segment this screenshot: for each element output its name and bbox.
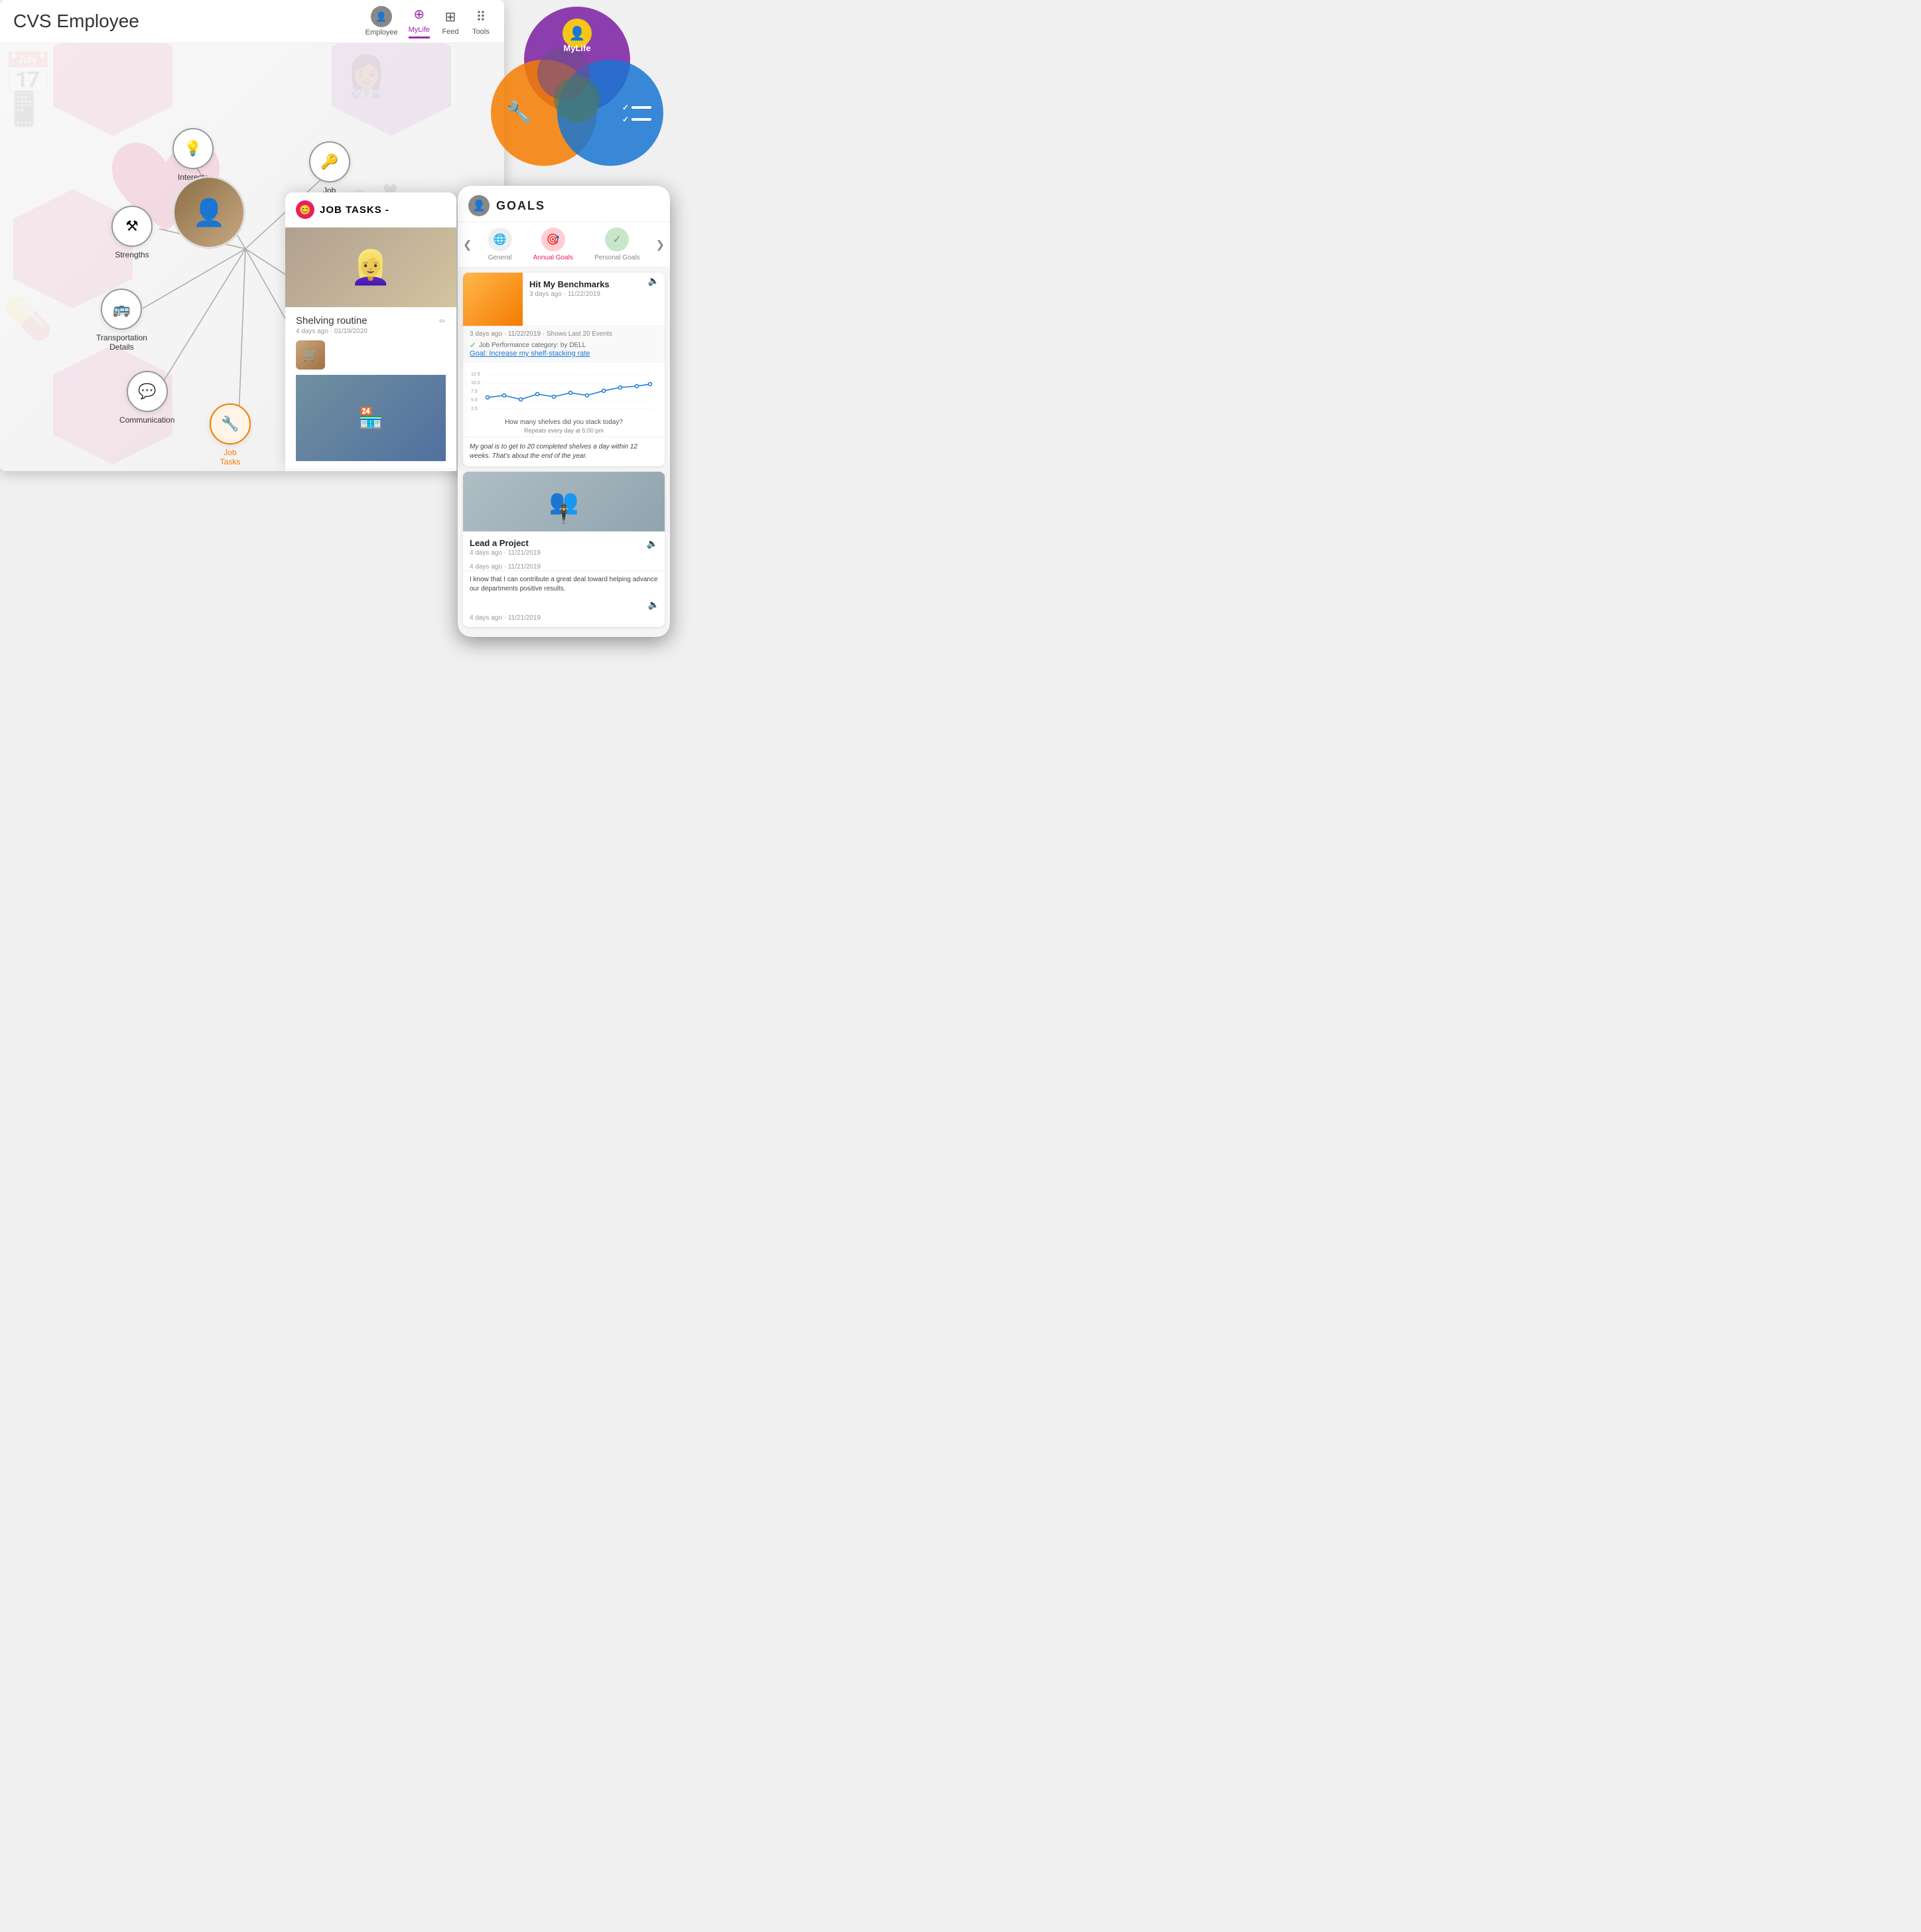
goal-1-audio-icon[interactable]: 🔈 <box>643 273 665 326</box>
goal-1-info: Hit My Benchmarks 3 days ago · 11/22/201… <box>523 273 643 326</box>
annual-tab-circle: 🎯 <box>541 228 565 251</box>
job-tasks-panel-icon: 😊 <box>296 200 314 219</box>
feed-icon: ⊞ <box>440 7 460 27</box>
goal-2-date2: 4 days ago · 11/21/2019 <box>463 563 665 571</box>
goal-2-hero-img: 👥 🕴 <box>463 472 665 531</box>
venn-diagram: 👤 MyLife 🔧 ✓ ✓ <box>491 7 663 199</box>
shelving-title: Shelving routine ✏ <box>296 315 446 326</box>
goal-2-title: Lead a Project <box>470 538 541 548</box>
annual-tab-label: Annual Goals <box>533 254 573 261</box>
transport-label: TransportationDetails <box>96 333 147 352</box>
shelving-large-img: 🏪 <box>296 375 446 461</box>
center-person-image: 👤 <box>174 178 243 247</box>
goal-2-description: I know that I can contribute a great dea… <box>463 571 665 598</box>
node-communication[interactable]: 💬 Communication <box>119 371 174 425</box>
tab-mylife-label: MyLife <box>409 26 430 34</box>
interests-icon-circle: 💡 <box>172 128 214 169</box>
job-tasks-body: Shelving routine ✏ 4 days ago · 01/19/20… <box>285 307 456 469</box>
mindmap-area: 📅 📱 💊 👩‍⚕️ 👤 ♥ ♥ <box>0 43 504 471</box>
personal-tab-label: Personal Goals <box>594 254 639 261</box>
goal-1-title: Hit My Benchmarks <box>529 279 636 289</box>
venn-checklist: ✓ ✓ <box>622 103 651 124</box>
main-app-screen: CVS Employee 👤 Employee ⊕ MyLife ⊞ Feed … <box>0 0 504 471</box>
tab-employee[interactable]: 👤 Employee <box>365 6 398 36</box>
goal-1-date: 3 days ago · 11/22/2019 <box>529 291 636 298</box>
venn-wrench-icon: 🔧 <box>505 100 532 125</box>
goal-2-audio2-row: 🔈 <box>463 598 665 612</box>
node-interests[interactable]: 💡 Interests <box>172 128 214 182</box>
tab-tools-label: Tools <box>472 28 490 36</box>
tab-feed[interactable]: ⊞ Feed <box>440 7 460 36</box>
app-header: CVS Employee 👤 Employee ⊕ MyLife ⊞ Feed … <box>0 0 504 43</box>
job-tasks-hero-image: 👱‍♀️ <box>285 228 456 307</box>
tab-feed-label: Feed <box>442 28 458 36</box>
goal-2-info: Lead a Project 4 days ago · 11/21/2019 🔈 <box>463 531 665 563</box>
job-tasks-panel-header: 😊 JOB TASKS - <box>285 192 456 228</box>
job-tasks-panel: 😊 JOB TASKS - 👱‍♀️ Shelving routine ✏ 4 … <box>285 192 456 471</box>
goal-2-audio-icon2[interactable]: 🔈 <box>648 599 659 610</box>
tab-mylife[interactable]: ⊕ MyLife <box>409 5 430 38</box>
job-resp-icon-circle: 🔑 <box>309 141 350 182</box>
goal-2-footer: 4 days ago · 11/21/2019 <box>463 612 665 627</box>
venn-overlap-2 <box>554 76 600 123</box>
goal-2-audio-icon[interactable]: 🔈 <box>647 538 658 549</box>
goals-tab-annual[interactable]: 🎯 Annual Goals <box>533 228 573 261</box>
tab-tools[interactable]: ⠿ Tools <box>471 7 491 36</box>
shelving-thumb-img: 🛒 <box>296 340 325 370</box>
nav-tabs: 👤 Employee ⊕ MyLife ⊞ Feed ⠿ Tools <box>365 5 491 38</box>
strengths-icon-circle: ⚒ <box>111 206 153 247</box>
tab-employee-label: Employee <box>365 29 398 36</box>
employee-avatar: 👤 <box>371 6 392 27</box>
node-job-tasks[interactable]: 🔧 JobTasks <box>210 403 251 467</box>
venn-check-1: ✓ <box>622 103 651 112</box>
transport-icon-circle: 🚌 <box>101 289 142 330</box>
personal-tab-circle: ✓ <box>605 228 629 251</box>
mylife-icon: ⊕ <box>409 5 429 25</box>
goals-tab-personal[interactable]: ✓ Personal Goals <box>594 228 639 261</box>
venn-mylife-label: MyLife <box>563 43 590 53</box>
goal-2-date: 4 days ago · 11/21/2019 <box>470 549 541 557</box>
job-tasks-label: JobTasks <box>220 448 241 467</box>
venn-check-2: ✓ <box>622 115 651 124</box>
goal-2-title-block: Lead a Project 4 days ago · 11/21/2019 <box>470 538 541 557</box>
comm-label: Communication <box>119 415 174 425</box>
tools-icon: ⠿ <box>471 7 491 27</box>
goal-card-project: 👥 🕴 Lead a Project 4 days ago · 11/21/20… <box>463 472 665 627</box>
goals-nav-right-arrow[interactable]: ❯ <box>651 238 670 251</box>
job-tasks-panel-title: JOB TASKS - <box>320 204 389 216</box>
center-person-node[interactable]: 👤 <box>172 176 245 249</box>
strengths-label: Strengths <box>115 250 149 259</box>
comm-icon-circle: 💬 <box>127 371 168 412</box>
node-transportation[interactable]: 🚌 TransportationDetails <box>96 289 147 352</box>
shelving-meta: 4 days ago · 01/19/2020 <box>296 328 446 335</box>
node-strengths[interactable]: ⚒ Strengths <box>111 206 153 259</box>
job-tasks-icon-circle: 🔧 <box>210 403 251 445</box>
app-title: CVS Employee <box>13 11 139 32</box>
view-routine-bar: CLICK THIS LINK TO DO THIS ROUTINE 🔄 VIE… <box>285 469 456 471</box>
red-figure-icon: 🕴 <box>553 503 576 525</box>
